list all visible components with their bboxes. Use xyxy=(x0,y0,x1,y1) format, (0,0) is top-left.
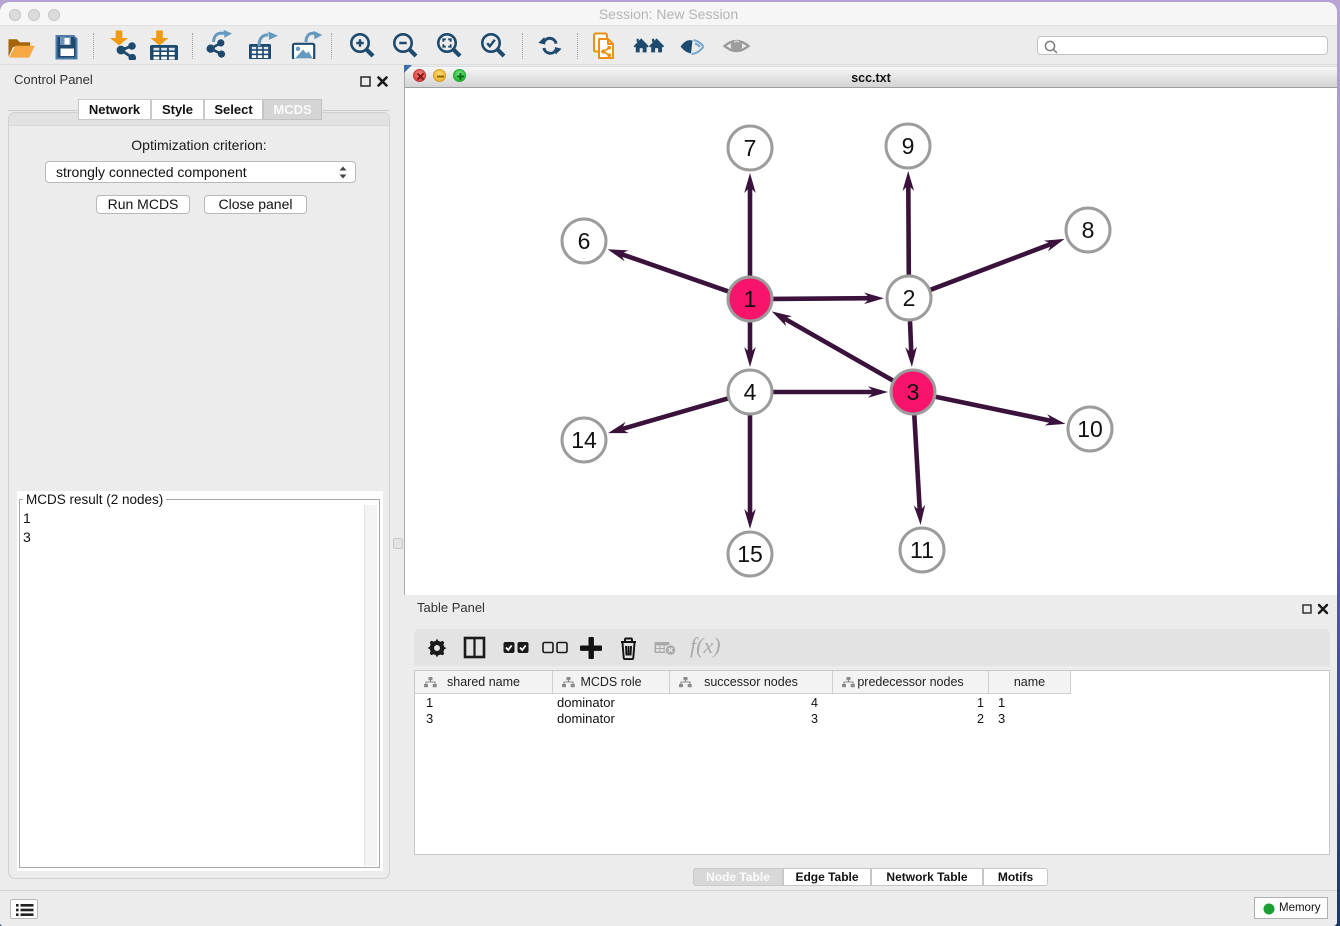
svg-text:8: 8 xyxy=(1082,217,1095,243)
svg-text:11: 11 xyxy=(910,537,934,563)
svg-text:2: 2 xyxy=(903,285,916,311)
svg-text:1: 1 xyxy=(744,286,757,312)
svg-text:9: 9 xyxy=(902,133,915,159)
svg-text:6: 6 xyxy=(578,228,591,254)
svg-text:4: 4 xyxy=(744,379,757,405)
svg-text:10: 10 xyxy=(1077,416,1103,442)
svg-text:14: 14 xyxy=(571,427,597,453)
svg-text:15: 15 xyxy=(737,541,763,567)
svg-text:3: 3 xyxy=(907,379,920,405)
svg-text:7: 7 xyxy=(744,135,757,161)
